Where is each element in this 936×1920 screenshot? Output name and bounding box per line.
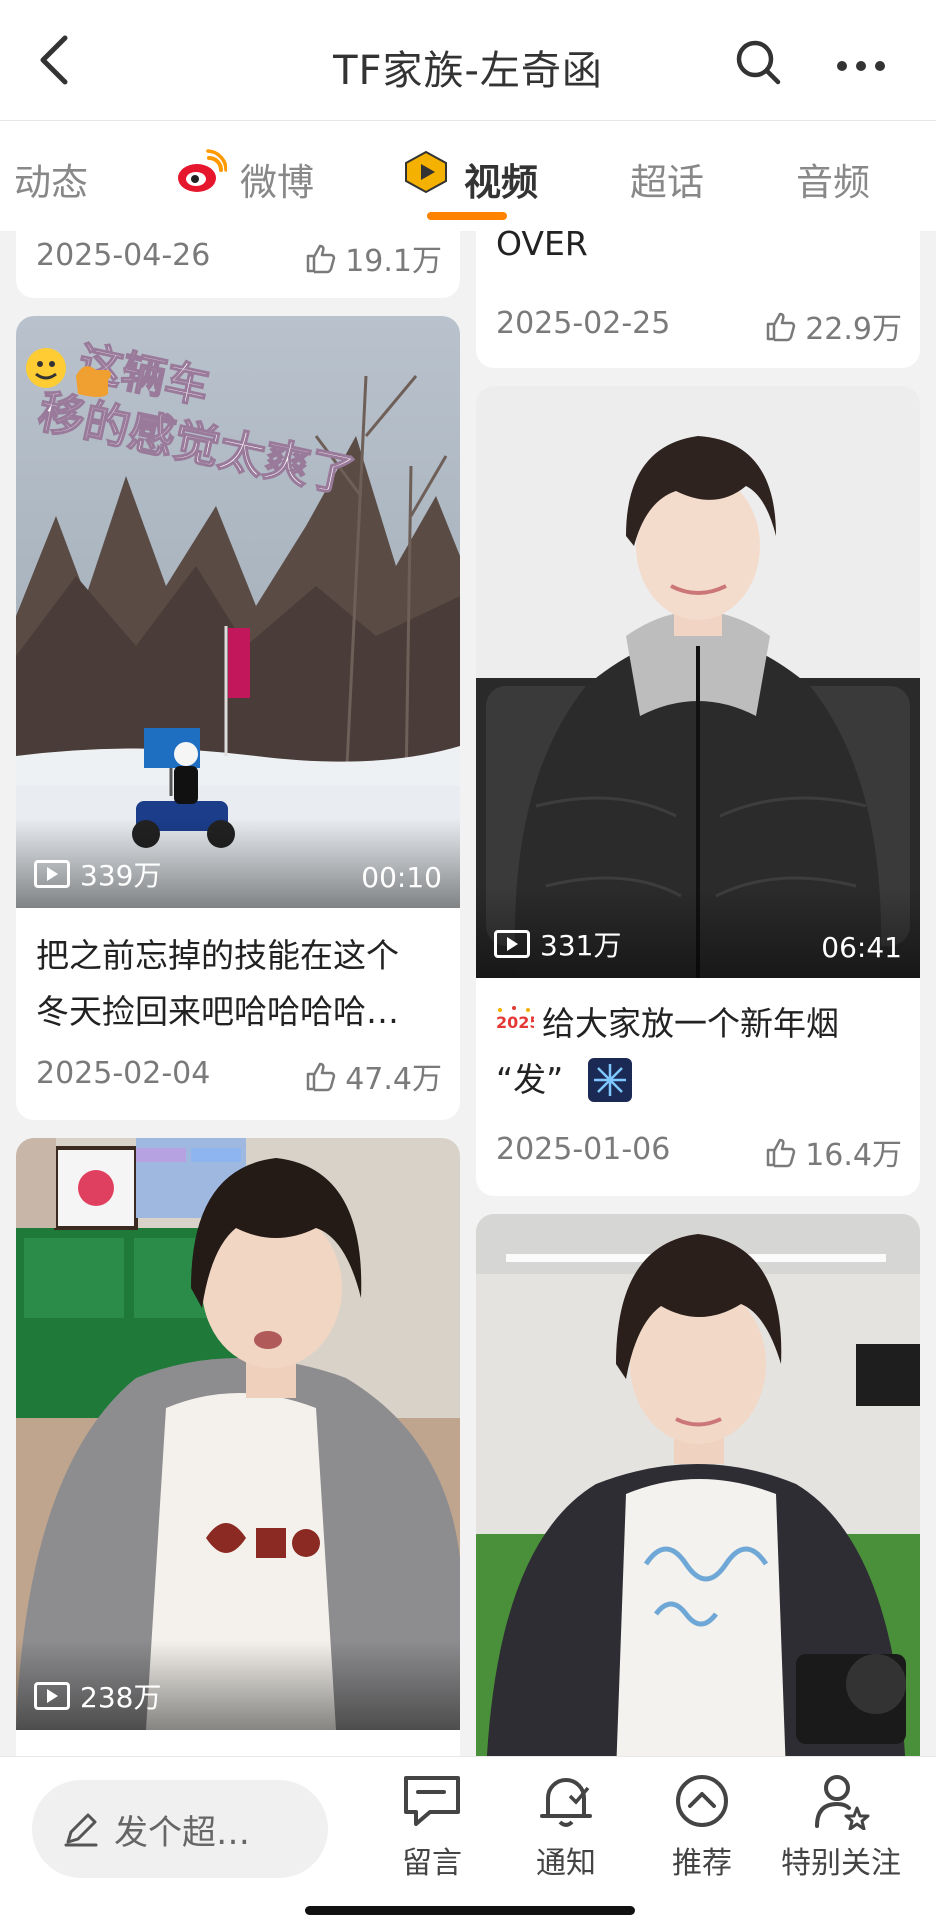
- tab-video[interactable]: 视频: [464, 152, 538, 206]
- search-icon: [736, 40, 781, 85]
- recommend-label: 推荐: [672, 1846, 732, 1881]
- post-date: 2025-04-26: [36, 238, 211, 273]
- message-icon: [404, 1776, 460, 1826]
- svg-text:2025: 2025: [496, 1013, 534, 1032]
- video-title-line-1: 给大家放一个新年烟: [542, 1004, 839, 1043]
- video-card[interactable]: 238万: [16, 1138, 460, 1778]
- thumbs-up-icon: [766, 312, 796, 342]
- up-circle-icon: [676, 1775, 728, 1827]
- post-input-button[interactable]: 发个超…: [32, 1780, 328, 1878]
- video-card[interactable]: [476, 1214, 920, 1774]
- home-indicator: [305, 1906, 635, 1915]
- post-date: 2025-02-25: [496, 306, 671, 341]
- fireworks-emoji: [588, 1058, 632, 1102]
- thumbs-up-icon: [306, 1062, 336, 1092]
- play-icon: [494, 930, 530, 958]
- post-date: 2025-01-06: [496, 1132, 671, 1167]
- view-count: 238万: [34, 1676, 161, 1716]
- thumbs-up-icon: [766, 1138, 796, 1168]
- thumbs-up-icon: [306, 244, 336, 274]
- more-dots-icon: [837, 61, 885, 71]
- tab-dynamic[interactable]: 动态: [14, 152, 88, 206]
- view-count-text: 339万: [80, 859, 162, 892]
- special-follow-button[interactable]: 特别关注: [766, 1772, 916, 1882]
- tab-weibo[interactable]: 微博: [240, 152, 314, 206]
- portrait-image: [476, 1214, 920, 1774]
- video-thumbnail[interactable]: 这辆车 移的感觉太爽了 339万 00:10: [16, 316, 460, 908]
- active-tab-indicator: [427, 212, 507, 220]
- post-placeholder: 发个超…: [114, 1812, 250, 1853]
- weibo-logo-icon: [175, 148, 228, 196]
- video-card[interactable]: 2025-04-26 19.1万: [16, 220, 460, 298]
- view-count: 331万: [494, 924, 621, 964]
- comment-label: 留言: [402, 1846, 462, 1881]
- view-count: 339万: [34, 854, 161, 894]
- like-count[interactable]: 19.1万: [305, 236, 442, 280]
- special-follow-label: 特别关注: [781, 1846, 901, 1881]
- tab-audio[interactable]: 音频: [796, 152, 870, 206]
- like-count-text: 16.4万: [805, 1138, 902, 1173]
- like-count[interactable]: 22.9万: [765, 304, 902, 348]
- pencil-icon: [64, 1813, 98, 1847]
- like-count[interactable]: 47.4万: [305, 1054, 442, 1098]
- video-duration: 06:41: [821, 931, 902, 964]
- like-count[interactable]: 16.4万: [765, 1130, 902, 1174]
- search-button[interactable]: [728, 32, 788, 92]
- comment-button[interactable]: 留言: [362, 1772, 502, 1882]
- recommend-button[interactable]: 推荐: [632, 1772, 772, 1882]
- page-title: TF家族-左奇函: [333, 48, 603, 94]
- video-thumbnail[interactable]: [476, 1214, 920, 1774]
- video-card[interactable]: OVER 2025-02-25 22.9万: [476, 220, 920, 368]
- notification-label: 通知: [536, 1846, 596, 1881]
- play-icon: [34, 1682, 70, 1710]
- more-button[interactable]: [826, 36, 896, 96]
- like-count-text: 22.9万: [805, 312, 902, 347]
- like-count-text: 47.4万: [345, 1062, 442, 1097]
- view-count-text: 331万: [540, 929, 622, 962]
- notification-button[interactable]: 通知: [496, 1772, 636, 1882]
- video-thumbnail[interactable]: 331万 06:41: [476, 386, 920, 978]
- video-tab-icon: [402, 150, 450, 194]
- bell-icon: [540, 1778, 592, 1827]
- video-card[interactable]: 这辆车 移的感觉太爽了 339万 00:10 把之前忘掉的技能在这个 冬天捡回来…: [16, 316, 460, 1120]
- video-title-line-2: “发”: [496, 1060, 564, 1099]
- video-title-line-2: 冬天捡回来吧哈哈哈哈…: [36, 992, 399, 1031]
- user-star-icon: [815, 1775, 870, 1830]
- tab-super-topic[interactable]: 超话: [630, 152, 704, 206]
- post-date: 2025-02-04: [36, 1056, 211, 1091]
- video-card[interactable]: 331万 06:41 2025 给大家放一个新年烟 “发” 2025-01-06…: [476, 386, 920, 1196]
- video-duration: 00:10: [361, 861, 442, 894]
- video-title: OVER: [496, 224, 588, 263]
- video-thumbnail[interactable]: 238万: [16, 1138, 460, 1730]
- like-count-text: 19.1万: [345, 244, 442, 279]
- year-2025-emoji: 2025: [494, 1004, 541, 1038]
- view-count-text: 238万: [80, 1681, 162, 1714]
- video-title-line-1: 把之前忘掉的技能在这个: [36, 936, 399, 975]
- play-icon: [34, 860, 70, 888]
